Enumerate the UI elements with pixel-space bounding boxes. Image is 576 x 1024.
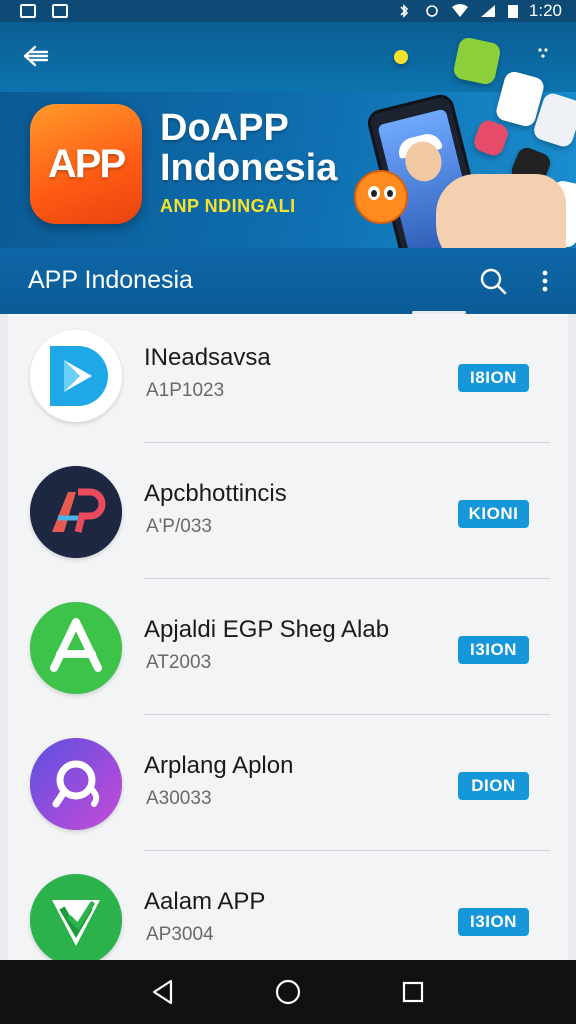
more-dots-icon[interactable] <box>536 46 550 60</box>
document-icon <box>52 4 68 18</box>
shield-check-icon <box>30 874 122 960</box>
mascot-icon <box>354 170 408 224</box>
mascot-eye <box>368 186 380 200</box>
app-bar: APP Indonesia <box>0 248 576 314</box>
banner-title-line1: DoAPP <box>160 107 289 149</box>
nav-recents-button[interactable] <box>393 972 433 1012</box>
status-right: 1:20 <box>395 1 562 21</box>
system-nav-bar <box>0 960 576 1024</box>
app-code: A1P1023 <box>146 380 225 401</box>
battery-icon <box>507 5 518 18</box>
install-button[interactable]: I3ION <box>458 636 529 664</box>
image-icon <box>20 4 36 18</box>
play-d-icon <box>30 330 122 422</box>
floating-app-icon <box>394 50 408 64</box>
app-list: INeadsavsa A1P1023 I8ION Apcbhottincis A… <box>8 314 568 960</box>
alarm-icon <box>426 5 438 17</box>
divider <box>144 442 550 443</box>
hand-icon <box>436 174 566 248</box>
wifi-icon <box>451 4 468 17</box>
signal-icon <box>480 5 495 17</box>
install-button[interactable]: KIONI <box>458 500 529 528</box>
list-item[interactable]: Arplang Aplon A30033 DION <box>8 730 568 866</box>
nav-back-button[interactable] <box>143 972 183 1012</box>
app-name: Arplang Aplon <box>144 752 294 779</box>
promo-banner[interactable]: APP DoAPP Indonesia ANP NDINGALI <box>0 22 576 248</box>
recents-square-icon <box>403 981 424 1003</box>
app-store-icon <box>30 602 122 694</box>
app-name: Apcbhottincis <box>144 480 287 507</box>
mascot-eye <box>384 186 396 200</box>
app-code: A30033 <box>146 788 212 809</box>
more-vert-icon[interactable] <box>532 264 558 298</box>
ap-icon <box>30 466 122 558</box>
banner-subtitle: ANP NDINGALI <box>160 196 296 216</box>
banner-title-line2: Indonesia <box>160 147 338 189</box>
app-name: Apjaldi EGP Sheg Alab <box>144 616 390 643</box>
status-left <box>20 4 68 18</box>
list-item[interactable]: Apjaldi EGP Sheg Alab AT2003 I3ION <box>8 594 568 730</box>
app-code: A'P/033 <box>146 516 212 537</box>
chat-bubble-icon <box>30 738 122 830</box>
list-item[interactable]: Aalam APP AP3004 I3ION <box>8 866 568 960</box>
app-code: AP3004 <box>146 924 214 945</box>
status-bar: 1:20 <box>0 0 576 22</box>
app-name: INeadsavsa <box>144 344 271 371</box>
back-arrow-icon <box>23 45 49 67</box>
list-item[interactable]: Apcbhottincis A'P/033 KIONI <box>8 458 568 594</box>
back-triangle-icon <box>152 979 172 1005</box>
floating-app-icon <box>452 36 502 86</box>
app-logo: APP <box>30 104 142 224</box>
list-item[interactable]: INeadsavsa A1P1023 I8ION <box>8 322 568 458</box>
home-circle-icon <box>275 979 301 1005</box>
app-name: Aalam APP <box>144 888 266 915</box>
search-icon[interactable] <box>476 264 510 298</box>
divider <box>144 850 550 851</box>
install-button[interactable]: I8ION <box>458 364 529 392</box>
divider <box>144 714 550 715</box>
nav-home-button[interactable] <box>268 972 308 1012</box>
bluetooth-icon <box>400 4 409 18</box>
divider <box>144 578 550 579</box>
app-logo-text: APP <box>47 141 126 186</box>
install-button[interactable]: DION <box>458 772 529 800</box>
page-title: APP Indonesia <box>28 266 193 294</box>
app-code: AT2003 <box>146 652 212 673</box>
back-button[interactable] <box>18 40 54 72</box>
banner-title: DoAPP Indonesia <box>160 108 337 188</box>
status-time: 1:20 <box>528 1 562 20</box>
install-button[interactable]: I3ION <box>458 908 529 936</box>
